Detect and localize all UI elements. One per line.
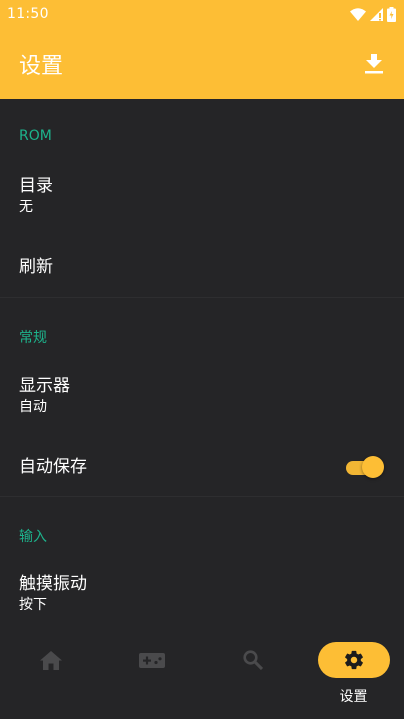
status-icons xyxy=(350,6,396,22)
app-bar: 设置 xyxy=(0,28,404,99)
status-bar: 11:50 xyxy=(0,0,404,28)
nav-item-games[interactable] xyxy=(101,641,202,707)
setting-row-refresh[interactable]: 刷新 xyxy=(0,235,404,299)
battery-icon xyxy=(387,6,396,22)
section-divider xyxy=(0,297,404,298)
nav-label-settings: 设置 xyxy=(339,689,368,705)
setting-subtitle: 按下 xyxy=(19,597,47,613)
gamepad-icon xyxy=(138,652,165,668)
setting-row-display[interactable]: 显示器 自动 xyxy=(0,363,404,429)
setting-title: 目录 xyxy=(19,176,53,196)
nav-item-settings[interactable]: 设置 xyxy=(303,641,404,707)
setting-row-touch-vibration[interactable]: 触摸振动 按下 xyxy=(0,561,404,627)
bottom-nav: 设置 xyxy=(0,629,404,719)
setting-row-directory[interactable]: 目录 无 xyxy=(0,163,404,229)
header: 11:50 设置 xyxy=(0,0,404,99)
search-icon xyxy=(242,650,263,670)
home-icon xyxy=(39,650,62,670)
nav-item-search[interactable] xyxy=(202,641,303,707)
section-divider xyxy=(0,496,404,497)
toggle-thumb xyxy=(362,456,384,478)
download-button[interactable] xyxy=(360,50,388,78)
setting-subtitle: 无 xyxy=(19,199,33,215)
nav-pill xyxy=(15,642,87,678)
setting-title: 显示器 xyxy=(19,376,70,396)
section-header-input: 输入 xyxy=(19,529,47,545)
nav-pill-active xyxy=(317,642,390,678)
download-icon xyxy=(365,53,383,73)
settings-list: ROM 目录 无 刷新 常规 显示器 自动 自动保存 输入 触摸振动 按下 xyxy=(0,99,404,629)
page-title: 设置 xyxy=(19,53,64,79)
setting-title: 刷新 xyxy=(19,257,53,277)
nav-item-home[interactable] xyxy=(0,641,101,707)
setting-subtitle: 自动 xyxy=(19,399,47,415)
section-header-general: 常规 xyxy=(19,330,47,346)
signal-icon xyxy=(370,7,383,21)
nav-pill xyxy=(217,642,289,678)
nav-pill xyxy=(116,642,188,678)
autosave-toggle[interactable] xyxy=(346,456,384,478)
wifi-icon xyxy=(350,7,366,21)
section-header-rom: ROM xyxy=(19,128,52,144)
setting-row-autosave[interactable]: 自动保存 xyxy=(0,435,404,499)
setting-title: 触摸振动 xyxy=(19,574,87,594)
gear-icon xyxy=(344,650,363,670)
app-root: 11:50 设置 ROM 目录 无 刷新 常规 显示器 自动 自动保存 输入 触… xyxy=(0,0,404,719)
status-time: 11:50 xyxy=(7,6,49,22)
